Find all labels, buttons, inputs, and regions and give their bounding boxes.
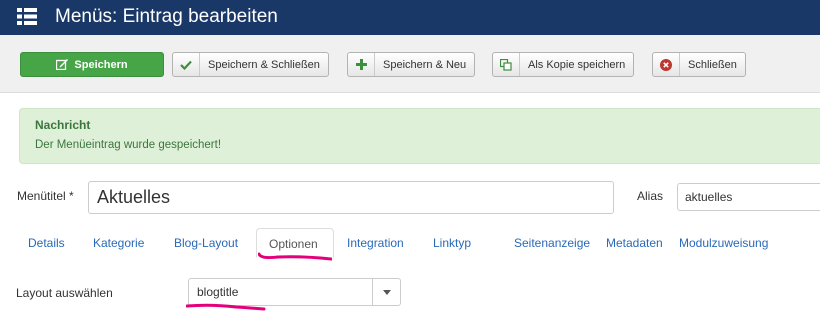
save-button[interactable]: Speichern bbox=[20, 52, 164, 77]
check-icon bbox=[173, 53, 200, 76]
save-copy-label: Als Kopie speichern bbox=[528, 58, 626, 71]
close-label: Schließen bbox=[688, 58, 737, 71]
tab-linktyp[interactable]: Linktyp bbox=[433, 236, 471, 250]
save-new-button[interactable]: Speichern & Neu bbox=[347, 52, 476, 77]
plus-icon bbox=[348, 53, 375, 76]
title-input[interactable]: Aktuelles bbox=[88, 181, 614, 214]
tab-modulzuweisung[interactable]: Modulzuweisung bbox=[679, 236, 768, 250]
close-icon bbox=[653, 53, 680, 76]
close-button[interactable]: Schließen bbox=[652, 52, 746, 77]
alias-input[interactable]: aktuelles bbox=[677, 183, 820, 211]
success-message: Nachricht Der Menüeintrag wurde gespeich… bbox=[19, 108, 820, 164]
highlight-underline bbox=[258, 252, 332, 261]
save-copy-button[interactable]: Als Kopie speichern bbox=[492, 52, 635, 77]
copy-icon bbox=[493, 53, 520, 76]
title-label: Menütitel * bbox=[17, 189, 74, 203]
save-new-label: Speichern & Neu bbox=[383, 58, 467, 71]
tab-seitenanzeige[interactable]: Seitenanzeige bbox=[514, 236, 590, 250]
tab-optionen-label: Optionen bbox=[269, 237, 318, 251]
message-text: Der Menüeintrag wurde gespeichert! bbox=[35, 139, 222, 151]
highlight-underline bbox=[186, 303, 266, 311]
toolbar: Speichern Speichern & Schließen Speicher… bbox=[0, 35, 820, 93]
message-heading: Nachricht bbox=[35, 118, 91, 132]
alias-label: Alias bbox=[637, 189, 664, 203]
header-bar: Menüs: Eintrag bearbeiten bbox=[0, 0, 820, 35]
tab-bar: Details Kategorie Blog-Layout Optionen I… bbox=[0, 228, 820, 262]
chevron-down-icon bbox=[372, 279, 400, 305]
tab-metadaten[interactable]: Metadaten bbox=[606, 236, 663, 250]
tab-integration[interactable]: Integration bbox=[347, 236, 404, 250]
list-icon bbox=[17, 8, 37, 25]
save-button-label: Speichern bbox=[74, 58, 128, 71]
tab-kategorie[interactable]: Kategorie bbox=[93, 236, 144, 250]
save-close-label: Speichern & Schließen bbox=[208, 58, 320, 71]
tab-blog-layout[interactable]: Blog-Layout bbox=[174, 236, 238, 250]
page-title: Menüs: Eintrag bearbeiten bbox=[55, 6, 278, 27]
save-close-button[interactable]: Speichern & Schließen bbox=[172, 52, 329, 77]
layout-label: Layout auswählen bbox=[16, 286, 113, 300]
edit-icon bbox=[56, 59, 69, 70]
tab-details[interactable]: Details bbox=[28, 236, 65, 250]
layout-select-value: blogtitle bbox=[197, 285, 239, 299]
